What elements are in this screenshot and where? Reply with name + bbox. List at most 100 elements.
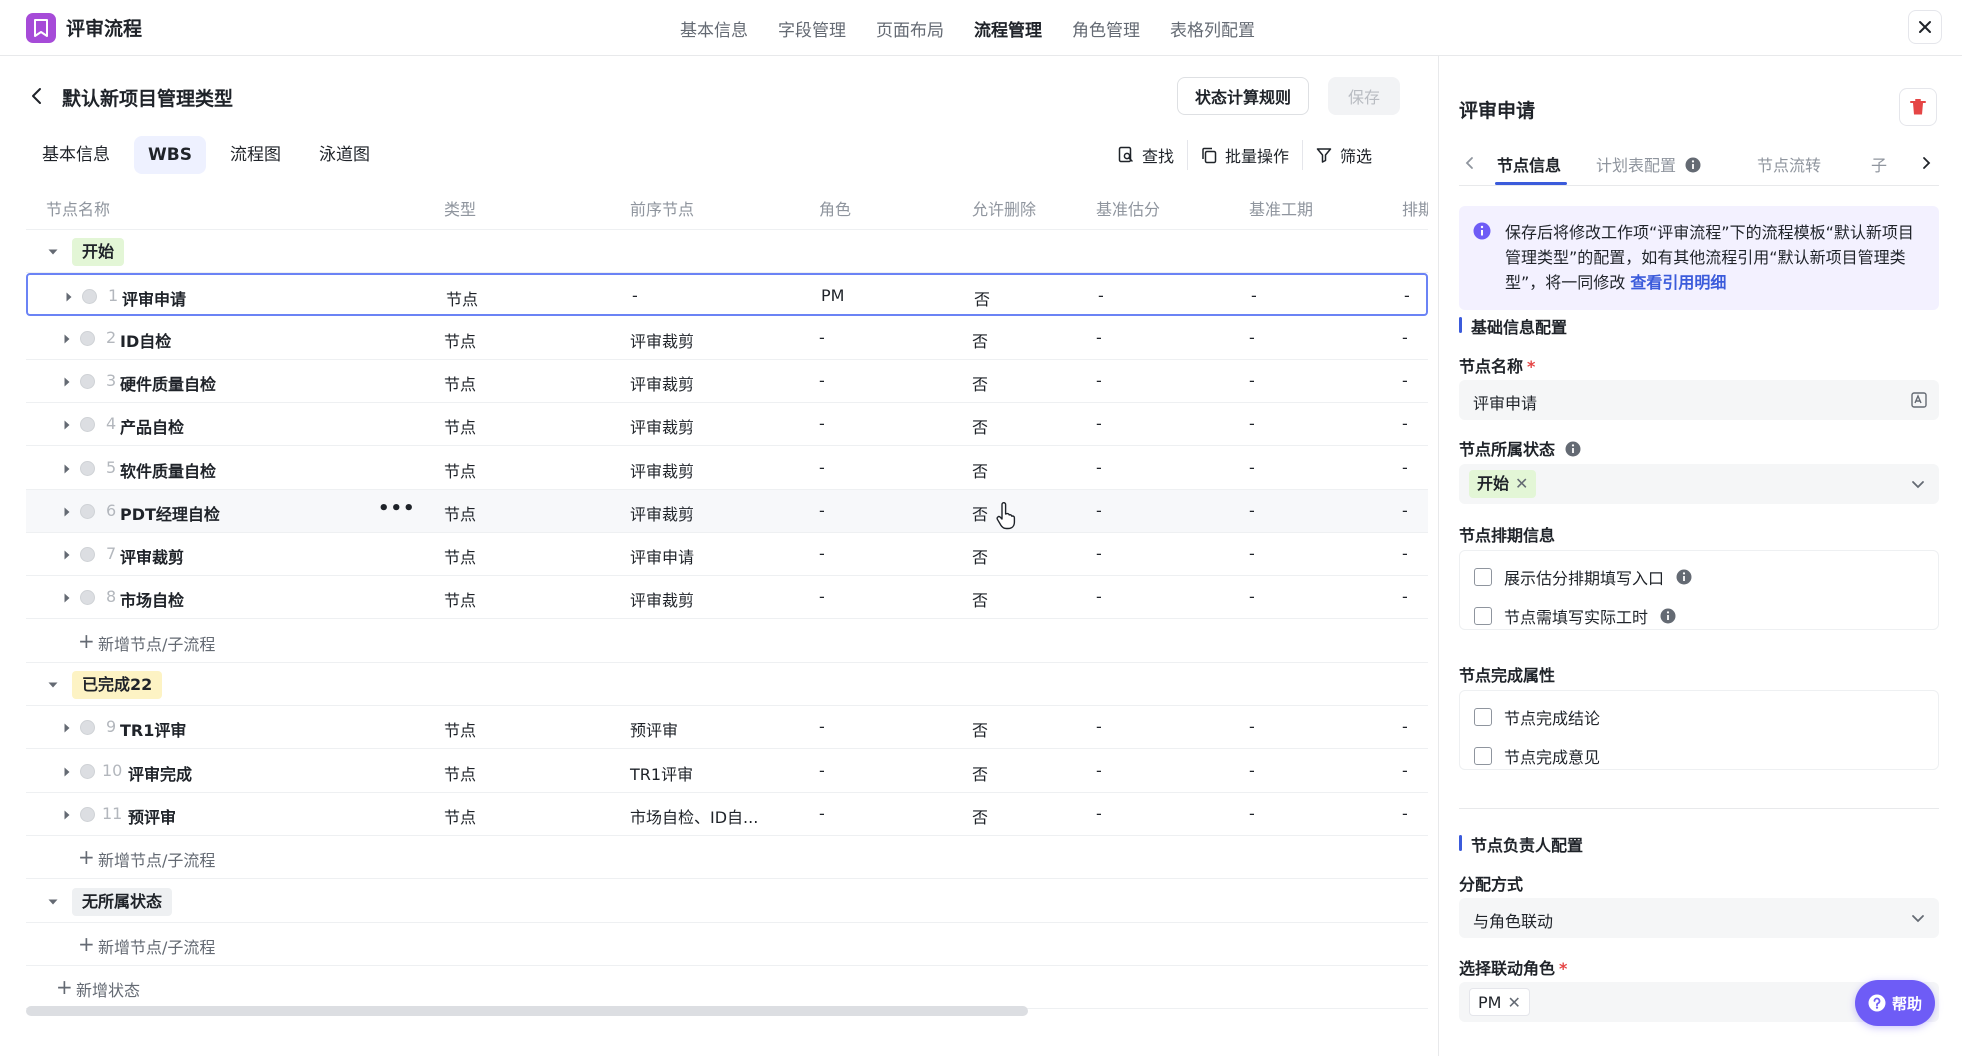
table-row[interactable]: 7 评审裁剪 节点 评审申请 - 否 - - - xyxy=(26,533,1428,577)
add-node-row[interactable]: + 新增节点/子流程 xyxy=(26,923,1428,966)
delete-node-button[interactable] xyxy=(1899,88,1937,126)
table-row[interactable]: 1 评审申请 节点 - PM 否 - - - xyxy=(26,273,1428,317)
node-name-field[interactable]: 评审申请 xyxy=(1459,380,1939,420)
back-button[interactable] xyxy=(26,85,48,107)
table-row[interactable]: 4 产品自检 节点 评审裁剪 - 否 - - - xyxy=(26,403,1428,447)
node-name: 评审申请 xyxy=(122,290,187,310)
cell-sched: - xyxy=(1402,760,1408,780)
help-button[interactable]: 帮助 xyxy=(1855,980,1935,1026)
table-row[interactable]: 9 TR1评审 节点 预评审 - 否 - - - xyxy=(26,706,1428,750)
nav-flow-management[interactable]: 流程管理 xyxy=(974,16,1042,41)
tab-swimlane[interactable]: 泳道图 xyxy=(305,136,384,174)
row-number: 1 xyxy=(108,286,119,306)
col-role[interactable]: 角色 xyxy=(819,196,851,220)
caret-down-icon[interactable] xyxy=(46,894,60,908)
option-show-estimate[interactable]: 展示估分排期填写入口 xyxy=(1474,565,1692,589)
caret-right-icon[interactable] xyxy=(60,590,74,604)
table-row[interactable]: 8 市场自检 节点 评审裁剪 - 否 - - - xyxy=(26,576,1428,620)
tab-sub[interactable]: 子 xyxy=(1871,152,1887,176)
checkbox[interactable] xyxy=(1474,747,1492,765)
tabs-scroll-left-icon[interactable] xyxy=(1463,155,1477,169)
caret-right-icon[interactable] xyxy=(60,547,74,561)
tab-node-info[interactable]: 节点信息 xyxy=(1497,152,1561,176)
caret-right-icon[interactable] xyxy=(60,807,74,821)
caret-right-icon[interactable] xyxy=(60,417,74,431)
find-button[interactable]: 查找 xyxy=(1105,140,1187,170)
owner-config-section-title: 节点负责人配置 xyxy=(1459,832,1583,856)
node-name: 产品自检 xyxy=(120,418,185,438)
caret-right-icon[interactable] xyxy=(60,374,74,388)
cell-deletable: 否 xyxy=(972,374,989,394)
cell-deletable: 否 xyxy=(972,721,989,741)
close-button[interactable] xyxy=(1908,10,1942,44)
col-type[interactable]: 类型 xyxy=(444,196,476,220)
tabs-scroll-right-icon[interactable] xyxy=(1919,155,1933,169)
cell-dur: - xyxy=(1249,500,1255,520)
batch-operation-button[interactable]: 批量操作 xyxy=(1187,140,1302,170)
view-reference-link[interactable]: 查看引用明细 xyxy=(1630,273,1726,292)
table-row[interactable]: 5 软件质量自检 节点 评审裁剪 - 否 - - - xyxy=(26,447,1428,490)
add-node-row[interactable]: + 新增节点/子流程 xyxy=(26,620,1428,663)
option-conclusion[interactable]: 节点完成结论 xyxy=(1474,705,1600,729)
filter-button[interactable]: 筛选 xyxy=(1302,140,1385,170)
nav-table-column-config[interactable]: 表格列配置 xyxy=(1170,16,1255,41)
col-prev-node[interactable]: 前序节点 xyxy=(630,196,694,220)
checkbox[interactable] xyxy=(1474,708,1492,726)
cell-type: 节点 xyxy=(444,807,477,827)
horizontal-scrollbar[interactable] xyxy=(26,1006,1028,1016)
caret-right-icon[interactable] xyxy=(62,289,76,303)
cell-role: - xyxy=(819,717,825,737)
add-node-row[interactable]: + 新增节点/子流程 xyxy=(26,836,1428,880)
status-dot-icon xyxy=(82,289,97,305)
table-row[interactable]: 10 评审完成 节点 TR1评审 - 否 - - - xyxy=(26,750,1428,793)
caret-down-icon[interactable] xyxy=(46,244,60,258)
save-button[interactable]: 保存 xyxy=(1328,77,1400,115)
caret-right-icon[interactable] xyxy=(60,720,74,734)
state-rule-button[interactable]: 状态计算规则 xyxy=(1177,77,1309,115)
info-circle-icon xyxy=(1473,222,1491,240)
panel-tabs: 节点信息 计划表配置 节点流转 子 xyxy=(1459,144,1939,186)
caret-right-icon[interactable] xyxy=(60,331,74,345)
cell-type: 节点 xyxy=(444,331,477,351)
more-actions-icon[interactable]: ••• xyxy=(378,498,416,519)
tab-plan-config[interactable]: 计划表配置 xyxy=(1596,152,1701,176)
col-deletable[interactable]: 允许删除 xyxy=(972,196,1036,220)
cell-est: - xyxy=(1096,717,1102,737)
nav-page-layout[interactable]: 页面布局 xyxy=(876,16,944,41)
tab-wbs[interactable]: WBS xyxy=(134,136,206,174)
state-group-row[interactable]: 开始 xyxy=(26,230,1428,273)
option-opinion[interactable]: 节点完成意见 xyxy=(1474,744,1600,768)
nav-role-management[interactable]: 角色管理 xyxy=(1072,16,1140,41)
caret-right-icon[interactable] xyxy=(60,764,74,778)
caret-right-icon[interactable] xyxy=(60,504,74,518)
cell-sched: - xyxy=(1402,500,1408,520)
tab-basic-info[interactable]: 基本信息 xyxy=(28,136,124,174)
chip-remove-icon[interactable]: ✕ xyxy=(1507,993,1520,1012)
cell-est: - xyxy=(1098,286,1104,306)
tab-flowchart[interactable]: 流程图 xyxy=(216,136,295,174)
option-actual-hours[interactable]: 节点需填写实际工时 xyxy=(1474,604,1676,628)
col-baseline-duration[interactable]: 基准工期 xyxy=(1249,196,1313,220)
nav-basic-info[interactable]: 基本信息 xyxy=(680,16,748,41)
caret-right-icon[interactable] xyxy=(60,461,74,475)
role-chip: PM ✕ xyxy=(1469,988,1530,1016)
assign-mode-select[interactable]: 与角色联动 xyxy=(1459,898,1939,938)
table-row[interactable]: 2 ID自检 节点 评审裁剪 - 否 - - - xyxy=(26,317,1428,360)
checkbox[interactable] xyxy=(1474,568,1492,586)
state-group-row[interactable]: 无所属状态 xyxy=(26,880,1428,923)
table-row[interactable]: 3 硬件质量自检 节点 评审裁剪 - 否 - - - xyxy=(26,360,1428,403)
col-schedule[interactable]: 排期 xyxy=(1402,196,1428,220)
tab-node-transition[interactable]: 节点流转 xyxy=(1757,152,1821,176)
caret-down-icon[interactable] xyxy=(46,677,60,691)
table-row[interactable]: 6 PDT经理自检 ••• 节点 评审裁剪 - 否 - - - xyxy=(26,489,1428,533)
col-baseline-estimate[interactable]: 基准估分 xyxy=(1096,196,1160,220)
table-row[interactable]: 11 预评审 节点 市场自检、ID自... - 否 - - - xyxy=(26,793,1428,836)
col-node-name[interactable]: 节点名称 xyxy=(46,196,110,220)
option-actual-hours-label: 节点需填写实际工时 xyxy=(1504,608,1649,627)
node-state-select[interactable]: 开始 ✕ xyxy=(1459,464,1939,504)
checkbox[interactable] xyxy=(1474,607,1492,625)
state-group-row[interactable]: 已完成22 xyxy=(26,663,1428,706)
chip-remove-icon[interactable]: ✕ xyxy=(1515,474,1528,493)
nav-field-management[interactable]: 字段管理 xyxy=(778,16,846,41)
add-state-row[interactable]: + 新增状态 xyxy=(26,966,1428,1010)
